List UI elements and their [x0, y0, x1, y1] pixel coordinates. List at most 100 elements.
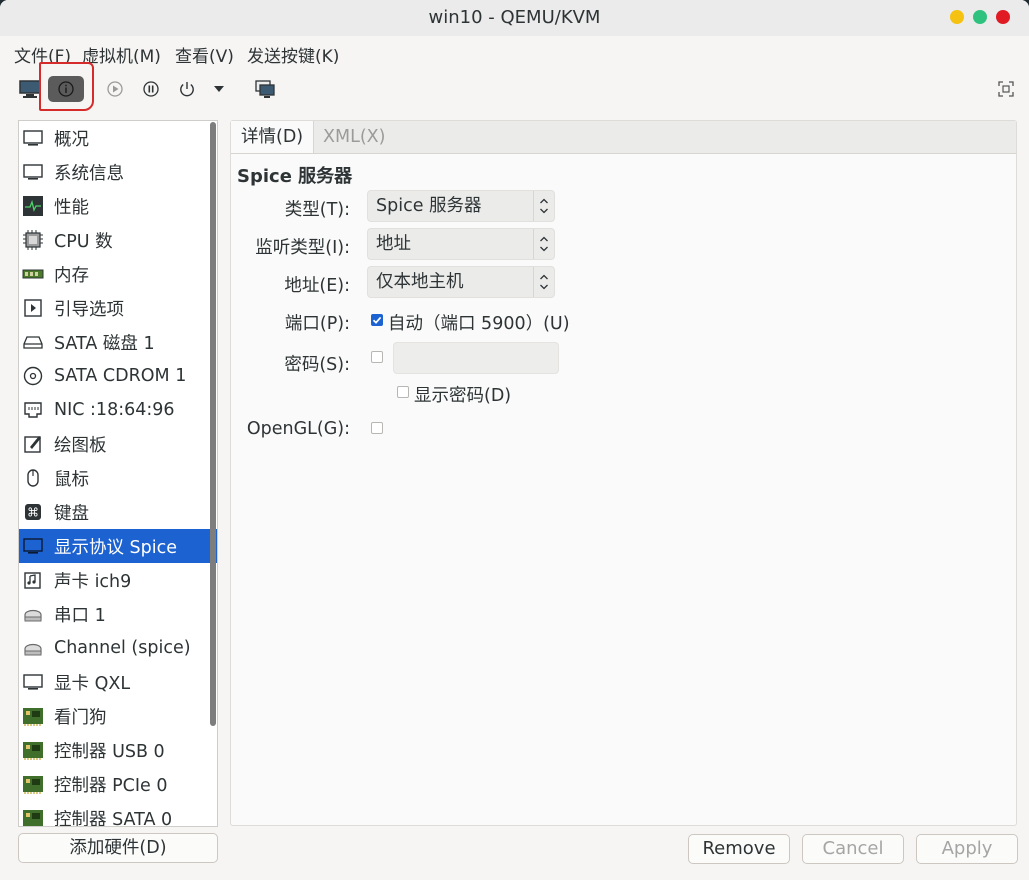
performance-icon — [23, 196, 43, 216]
tab-bar: 详情(D) XML(X) — [231, 121, 1016, 154]
play-icon[interactable] — [104, 76, 126, 102]
sidebar-item-controller-sata[interactable]: 控制器 SATA 0 — [19, 801, 217, 826]
sidebar-item-label: NIC :18:64:96 — [54, 400, 175, 420]
snapshot-icon[interactable] — [252, 76, 278, 102]
sound-icon — [24, 572, 41, 589]
watchdog-icon — [23, 708, 43, 726]
password-label: 密码(S): — [284, 355, 350, 375]
password-field[interactable] — [393, 342, 559, 374]
sidebar-item-watchdog[interactable]: 看门狗 — [19, 699, 217, 733]
sidebar-item-sata-disk[interactable]: SATA 磁盘 1 — [19, 325, 217, 359]
menu-view[interactable]: 查看(V) — [175, 42, 234, 67]
power-icon[interactable] — [176, 76, 198, 102]
hardware-list[interactable]: 概况 系统信息 性能 CPU 数 内存 引导选项 SATA 磁盘 1 SATA — [18, 120, 218, 827]
address-label: 地址(E): — [284, 276, 350, 296]
keyboard-icon: ⌘ — [25, 504, 41, 520]
tab-xml[interactable]: XML(X) — [313, 121, 395, 153]
sidebar-item-label: 概况 — [54, 129, 89, 150]
address-select[interactable]: 仅本地主机 — [367, 266, 555, 298]
tab-details[interactable]: 详情(D) — [231, 121, 315, 153]
sidebar-scrollbar[interactable] — [210, 122, 216, 726]
sidebar-item-system-info[interactable]: 系统信息 — [19, 155, 217, 189]
sidebar-item-controller-usb[interactable]: 控制器 USB 0 — [19, 733, 217, 767]
boot-icon — [24, 299, 42, 317]
sidebar-item-label: 控制器 PCIe 0 — [54, 775, 168, 796]
sidebar-item-video[interactable]: 显卡 QXL — [19, 665, 217, 699]
sidebar-item-cpu[interactable]: CPU 数 — [19, 223, 217, 257]
sidebar-item-label: 显卡 QXL — [54, 673, 131, 694]
spin-arrows-icon — [533, 267, 554, 297]
display-icon — [23, 538, 43, 554]
controller-icon — [23, 776, 43, 794]
cdrom-icon — [23, 366, 43, 386]
toolbar — [0, 70, 1029, 108]
sidebar-item-label: 鼠标 — [54, 469, 89, 490]
sidebar-item-channel[interactable]: Channel (spice) — [19, 631, 217, 665]
maximize-button[interactable] — [973, 10, 987, 24]
opengl-checkbox[interactable] — [371, 422, 383, 434]
sidebar-item-label: 绘图板 — [54, 435, 107, 456]
minimize-button[interactable] — [950, 10, 964, 24]
sidebar-item-label: 控制器 USB 0 — [54, 741, 165, 762]
disk-icon — [23, 336, 43, 349]
section-title: Spice 服务器 — [237, 166, 353, 187]
dropdown-arrow-icon[interactable] — [210, 76, 228, 102]
sidebar-item-label: 键盘 — [54, 503, 89, 524]
type-select[interactable]: Spice 服务器 — [367, 190, 555, 222]
apply-button[interactable]: Apply — [916, 834, 1018, 864]
port-auto-checkbox[interactable] — [371, 314, 383, 326]
sidebar-item-label: 性能 — [54, 197, 89, 218]
cpu-icon — [23, 230, 43, 250]
sidebar-item-display-spice[interactable]: 显示协议 Spice — [19, 529, 217, 563]
sidebar-item-label: SATA 磁盘 1 — [54, 333, 155, 354]
sidebar-item-mouse[interactable]: 鼠标 — [19, 461, 217, 495]
menu-send-key[interactable]: 发送按键(K) — [247, 42, 339, 67]
listen-type-select[interactable]: 地址 — [367, 228, 555, 260]
mouse-icon — [27, 469, 39, 487]
listen-type-label: 监听类型(I): — [255, 238, 350, 258]
sidebar-item-sata-cdrom[interactable]: SATA CDROM 1 — [19, 359, 217, 393]
sidebar-item-serial[interactable]: 串口 1 — [19, 597, 217, 631]
sidebar-item-label: Channel (spice) — [54, 638, 191, 658]
fullscreen-icon[interactable] — [994, 76, 1018, 102]
video-icon — [23, 674, 43, 690]
spin-arrows-icon — [533, 191, 554, 221]
add-hardware-button[interactable]: 添加硬件(D) — [18, 833, 218, 863]
sidebar-item-sound[interactable]: 声卡 ich9 — [19, 563, 217, 597]
sidebar-item-memory[interactable]: 内存 — [19, 257, 217, 291]
sidebar-item-label: 内存 — [54, 265, 89, 286]
controller-icon — [23, 742, 43, 760]
sidebar-item-label: 系统信息 — [54, 163, 124, 184]
tablet-icon — [24, 436, 41, 453]
serial-icon — [24, 609, 42, 622]
address-value: 仅本地主机 — [376, 272, 464, 292]
menubar: 文件(F) 虚拟机(M) 查看(V) 发送按键(K) — [0, 36, 1029, 71]
red-annotation-box — [39, 62, 94, 111]
pause-icon[interactable] — [140, 76, 162, 102]
port-auto-label: 自动（端口 5900）(U) — [388, 314, 570, 334]
titlebar: win10 - QEMU/KVM — [0, 0, 1029, 37]
sidebar-item-label: CPU 数 — [54, 231, 113, 252]
password-checkbox[interactable] — [371, 351, 383, 363]
svg-text:⌘: ⌘ — [27, 506, 39, 520]
sidebar-item-controller-pcie[interactable]: 控制器 PCIe 0 — [19, 767, 217, 801]
opengl-label: OpenGL(G): — [246, 419, 350, 439]
menu-vm[interactable]: 虚拟机(M) — [82, 42, 161, 67]
sidebar-item-boot[interactable]: 引导选项 — [19, 291, 217, 325]
close-button[interactable] — [996, 10, 1010, 24]
type-label: 类型(T): — [284, 200, 350, 220]
sidebar-item-label: 引导选项 — [54, 299, 124, 320]
sidebar-item-tablet[interactable]: 绘图板 — [19, 427, 217, 461]
details-panel: 详情(D) XML(X) Spice 服务器 类型(T): Spice 服务器 … — [230, 120, 1017, 826]
sidebar-item-overview[interactable]: 概况 — [19, 121, 217, 155]
show-password-checkbox[interactable] — [397, 386, 409, 398]
sidebar-item-keyboard[interactable]: ⌘ 键盘 — [19, 495, 217, 529]
sidebar-item-nic[interactable]: NIC :18:64:96 — [19, 393, 217, 427]
sidebar-item-label: 串口 1 — [54, 605, 106, 626]
sidebar-item-performance[interactable]: 性能 — [19, 189, 217, 223]
system-info-icon — [23, 164, 43, 180]
port-label: 端口(P): — [284, 314, 350, 334]
cancel-button[interactable]: Cancel — [802, 834, 904, 864]
remove-button[interactable]: Remove — [688, 834, 790, 864]
memory-icon — [22, 269, 44, 279]
